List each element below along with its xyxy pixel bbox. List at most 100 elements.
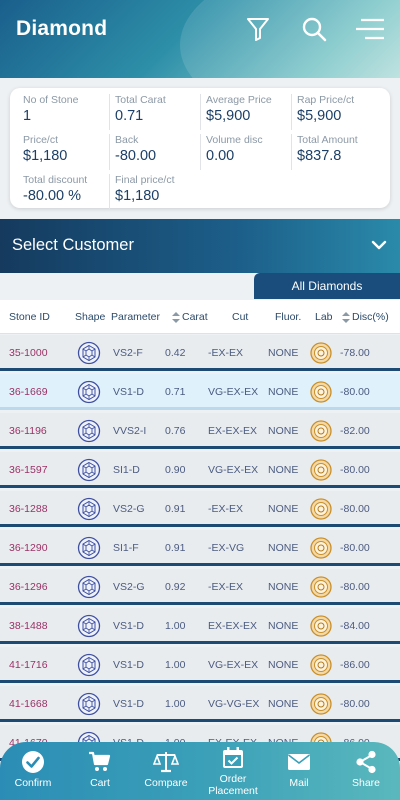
scale-icon — [133, 750, 199, 774]
cut-cell: -EX-VG — [208, 542, 245, 554]
carat-cell: 0.71 — [165, 386, 186, 398]
parameter-cell: VS1-D — [113, 698, 144, 710]
carat-cell: 1.00 — [165, 698, 186, 710]
parameter-cell: VS2-F — [113, 347, 143, 359]
lab-certificate-icon[interactable] — [310, 420, 332, 445]
stone-id-cell: 41-1716 — [9, 659, 48, 671]
table-row[interactable]: 36-1597 SI1-D 0.90 VG-EX-EX NONE -80.00 — [0, 452, 400, 488]
order-placement-button[interactable]: Order Placement — [200, 746, 266, 797]
fluor-cell: NONE — [268, 386, 299, 398]
cut-cell: EX-EX-EX — [208, 620, 258, 632]
sort-icon — [342, 312, 350, 326]
disc-cell: -80.00 — [340, 542, 370, 554]
share-icon — [333, 750, 399, 774]
filter-icon[interactable] — [243, 14, 273, 44]
stone-id-cell: 35-1000 — [9, 347, 48, 359]
parameter-cell: VVS2-I — [113, 425, 147, 437]
fluor-cell: NONE — [268, 581, 299, 593]
table-row[interactable]: 36-1296 VS2-G 0.92 -EX-EX NONE -80.00 — [0, 569, 400, 605]
fluor-cell: NONE — [268, 425, 299, 437]
disc-cell: -84.00 — [340, 620, 370, 632]
app-header: Diamond — [0, 0, 400, 78]
cart-button[interactable]: Cart — [67, 750, 133, 789]
col-stone-id[interactable]: Stone ID — [9, 311, 50, 323]
disc-cell: -80.00 — [340, 386, 370, 398]
parameter-cell: SI1-F — [113, 542, 139, 554]
fluor-cell: NONE — [268, 659, 299, 671]
lab-certificate-icon[interactable] — [310, 576, 332, 601]
disc-cell: -80.00 — [340, 698, 370, 710]
parameter-cell: SI1-D — [113, 464, 140, 476]
lab-certificate-icon[interactable] — [310, 654, 332, 679]
fluor-cell: NONE — [268, 542, 299, 554]
fluor-cell: NONE — [268, 620, 299, 632]
fluor-cell: NONE — [268, 464, 299, 476]
col-parameter[interactable]: Parameter — [111, 311, 160, 323]
round-diamond-icon — [77, 536, 101, 563]
tab-all-diamonds[interactable]: All Diamonds — [254, 273, 400, 299]
carat-cell: 0.42 — [165, 347, 186, 359]
fluor-cell: NONE — [268, 347, 299, 359]
stone-id-cell: 38-1488 — [9, 620, 48, 632]
stone-id-cell: 36-1296 — [9, 581, 48, 593]
compare-button[interactable]: Compare — [133, 750, 199, 789]
lab-certificate-icon[interactable] — [310, 459, 332, 484]
stone-id-cell: 36-1597 — [9, 464, 48, 476]
col-lab[interactable]: Lab — [315, 311, 333, 323]
calendar-icon — [200, 746, 266, 770]
stone-id-cell: 41-1668 — [9, 698, 48, 710]
table-row[interactable]: 41-1668 VS1-D 1.00 VG-VG-EX NONE -80.00 — [0, 686, 400, 722]
mail-button[interactable]: Mail — [266, 750, 332, 789]
round-diamond-icon — [77, 614, 101, 641]
fluor-cell: NONE — [268, 503, 299, 515]
round-diamond-icon — [77, 419, 101, 446]
stat-total-carat: Total Carat 0.71 — [109, 94, 199, 130]
lab-certificate-icon[interactable] — [310, 615, 332, 640]
stone-id-cell: 36-1196 — [9, 425, 47, 437]
stone-id-cell: 36-1669 — [9, 386, 48, 398]
disc-cell: -86.00 — [340, 659, 370, 671]
stat-back: Back -80.00 — [109, 134, 199, 170]
col-fluor[interactable]: Fluor. — [275, 311, 301, 323]
stone-id-cell: 36-1290 — [9, 542, 48, 554]
sort-icon — [172, 312, 180, 326]
stat-rap-price: Rap Price/ct $5,900 — [291, 94, 381, 130]
table-row[interactable]: 38-1488 VS1-D 1.00 EX-EX-EX NONE -84.00 — [0, 608, 400, 644]
col-disc[interactable]: Disc(%) — [352, 311, 389, 323]
stat-final-price: Final price/ct $1,180 — [109, 174, 199, 210]
parameter-cell: VS1-D — [113, 620, 144, 632]
carat-cell: 1.00 — [165, 620, 186, 632]
table-row[interactable]: 36-1669 VS1-D 0.71 VG-EX-EX NONE -80.00 — [0, 374, 400, 410]
lab-certificate-icon[interactable] — [310, 693, 332, 718]
table-header: Stone ID Shape Parameter Carat Cut Fluor… — [0, 300, 400, 334]
menu-icon[interactable] — [355, 14, 385, 44]
search-icon[interactable] — [299, 14, 329, 44]
col-cut[interactable]: Cut — [232, 311, 248, 323]
table-row[interactable]: 36-1196 VVS2-I 0.76 EX-EX-EX NONE -82.00 — [0, 413, 400, 449]
lab-certificate-icon[interactable] — [310, 498, 332, 523]
disc-cell: -80.00 — [340, 464, 370, 476]
disc-cell: -78.00 — [340, 347, 370, 359]
table-row[interactable]: 36-1290 SI1-F 0.91 -EX-VG NONE -80.00 — [0, 530, 400, 566]
table-row[interactable]: 36-1288 VS2-G 0.91 -EX-EX NONE -80.00 — [0, 491, 400, 527]
lab-certificate-icon[interactable] — [310, 537, 332, 562]
col-carat[interactable]: Carat — [182, 311, 208, 323]
mail-icon — [266, 750, 332, 774]
bottom-navigation: Confirm Cart Compare Order Placement Mai… — [0, 742, 400, 800]
carat-cell: 1.00 — [165, 659, 186, 671]
summary-card: No of Stone 1 Total Carat 0.71 Average Pri… — [10, 88, 390, 210]
cut-cell: -EX-EX — [208, 347, 244, 359]
col-shape[interactable]: Shape — [75, 311, 105, 323]
stone-id-cell: 36-1288 — [9, 503, 48, 515]
disc-cell: -82.00 — [340, 425, 370, 437]
lab-certificate-icon[interactable] — [310, 381, 332, 406]
table-row[interactable]: 35-1000 VS2-F 0.42 -EX-EX NONE -78.00 — [0, 335, 400, 371]
confirm-button[interactable]: Confirm — [0, 750, 66, 789]
share-button[interactable]: Share — [333, 750, 399, 789]
chevron-down-icon — [370, 236, 388, 259]
round-diamond-icon — [77, 341, 101, 368]
select-customer-dropdown[interactable]: Select Customer — [0, 219, 400, 273]
table-row[interactable]: 41-1716 VS1-D 1.00 VG-EX-EX NONE -86.00 — [0, 647, 400, 683]
lab-certificate-icon[interactable] — [310, 342, 332, 367]
parameter-cell: VS1-D — [113, 659, 144, 671]
